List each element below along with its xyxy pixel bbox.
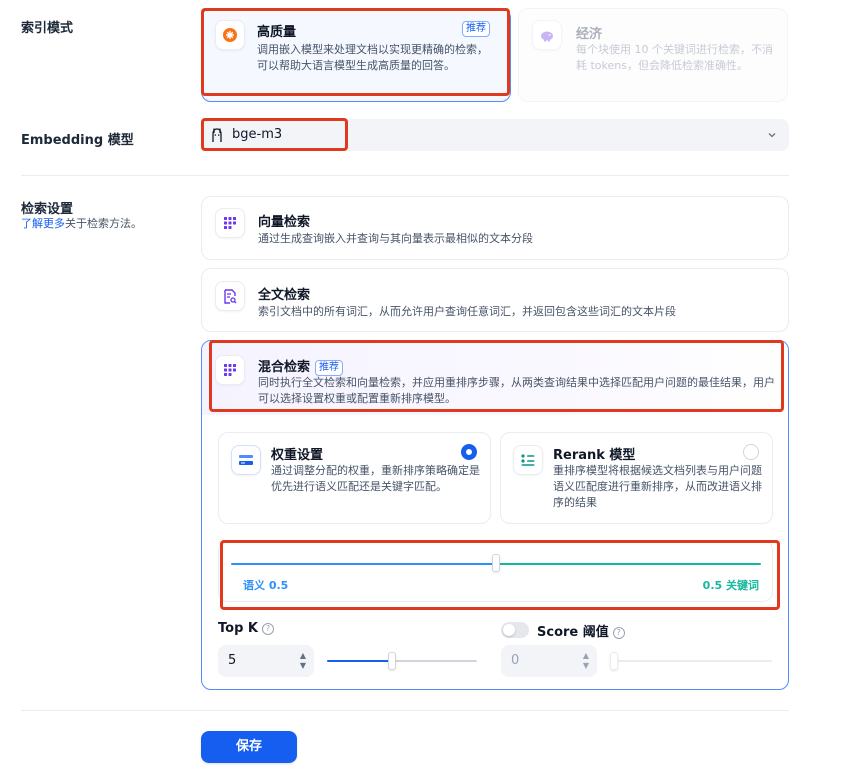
fulltext-search-option[interactable]: 全文检索 索引文档中的所有词汇，从而允许用户查询任意词汇，并返回包含这些词汇的文…	[201, 268, 789, 332]
divider	[21, 175, 789, 176]
rerank-model-option[interactable]: Rerank 模型 重排序模型将根据候选文档列表与用户问题语义匹配度进行重新排序…	[500, 432, 773, 524]
top-k-value: 5	[228, 653, 237, 668]
save-button[interactable]: 保存	[201, 731, 297, 763]
economy-desc: 每个块使用 10 个关键词进行检索，不消耗 tokens，但会降低检索准确性。	[576, 43, 773, 72]
score-threshold-label: Score 阈值	[537, 625, 609, 640]
balance-icon	[231, 445, 261, 475]
top-k-input[interactable]: 5 ▲ ▼	[218, 645, 314, 677]
rerank-model-radio[interactable]	[743, 444, 759, 460]
chevron-up-icon[interactable]: ▲	[583, 651, 589, 661]
top-k-label: Top K	[218, 621, 258, 636]
top-k-track-fill	[327, 660, 392, 662]
score-threshold-track	[610, 660, 772, 662]
weight-settings-option[interactable]: 权重设置 通过调整分配的权重，重新排序策略确定是优先进行语义匹配还是关键字匹配。	[218, 432, 491, 524]
top-k-stepper[interactable]: ▲ ▼	[296, 649, 310, 673]
weight-settings-radio[interactable]	[461, 444, 477, 460]
score-threshold-toggle[interactable]	[501, 622, 529, 638]
vector-search-title: 向量检索	[258, 215, 311, 230]
grid-dots-icon	[215, 208, 245, 238]
help-icon[interactable]: ?	[612, 627, 625, 639]
highlight-box	[209, 340, 784, 412]
highlight-box	[220, 540, 780, 610]
divider	[21, 710, 789, 711]
economy-option[interactable]: 经济 每个块使用 10 个关键词进行检索，不消耗 tokens，但会降低检索准确…	[518, 8, 788, 102]
rerank-model-title: Rerank 模型	[553, 448, 636, 463]
rerank-model-desc: 重排序模型将根据候选文档列表与用户问题语义匹配度进行重新排序，从而改进语义排序的…	[553, 464, 762, 509]
fulltext-search-desc: 索引文档中的所有词汇，从而允许用户查询任意词汇，并返回包含这些词汇的文本片段	[258, 305, 676, 318]
score-threshold-label-row: Score 阈值?	[501, 621, 625, 640]
fulltext-search-title: 全文检索	[258, 288, 311, 303]
rerank-icon	[513, 445, 543, 475]
chevron-down-icon[interactable]: ▼	[300, 661, 306, 671]
chevron-up-icon[interactable]: ▲	[300, 651, 306, 661]
piggy-bank-icon	[532, 20, 562, 50]
vector-search-option[interactable]: 向量检索 通过生成查询嵌入并查询与其向量表示最相似的文本分段	[201, 196, 789, 260]
chevron-down-icon[interactable]: ▼	[583, 661, 589, 671]
learn-more-link[interactable]: 了解更多	[21, 217, 65, 230]
score-threshold-value: 0	[511, 653, 520, 668]
help-icon[interactable]: ?	[261, 623, 274, 635]
save-button-label: 保存	[235, 739, 262, 754]
score-stepper[interactable]: ▲ ▼	[579, 649, 593, 673]
score-threshold-slider-thumb[interactable]	[610, 652, 618, 670]
top-k-slider-thumb[interactable]	[387, 652, 396, 670]
document-search-icon	[215, 281, 245, 311]
vector-search-desc: 通过生成查询嵌入并查询与其向量表示最相似的文本分段	[258, 232, 533, 245]
embedding-label: Embedding 模型	[21, 133, 134, 148]
index-mode-label: 索引模式	[21, 21, 74, 36]
weight-settings-title: 权重设置	[271, 448, 324, 463]
chevron-down-icon	[767, 129, 777, 143]
retrieval-help-text: 了解更多关于检索方法。	[21, 215, 142, 231]
score-threshold-input[interactable]: 0 ▲ ▼	[501, 645, 597, 677]
top-k-label-row: Top K?	[218, 621, 274, 636]
economy-title: 经济	[576, 27, 603, 42]
learn-more-suffix: 关于检索方法。	[65, 217, 142, 230]
highlight-box	[201, 118, 348, 151]
highlight-box	[201, 8, 510, 96]
weight-settings-desc: 通过调整分配的权重，重新排序策略确定是优先进行语义匹配还是关键字匹配。	[271, 464, 480, 493]
